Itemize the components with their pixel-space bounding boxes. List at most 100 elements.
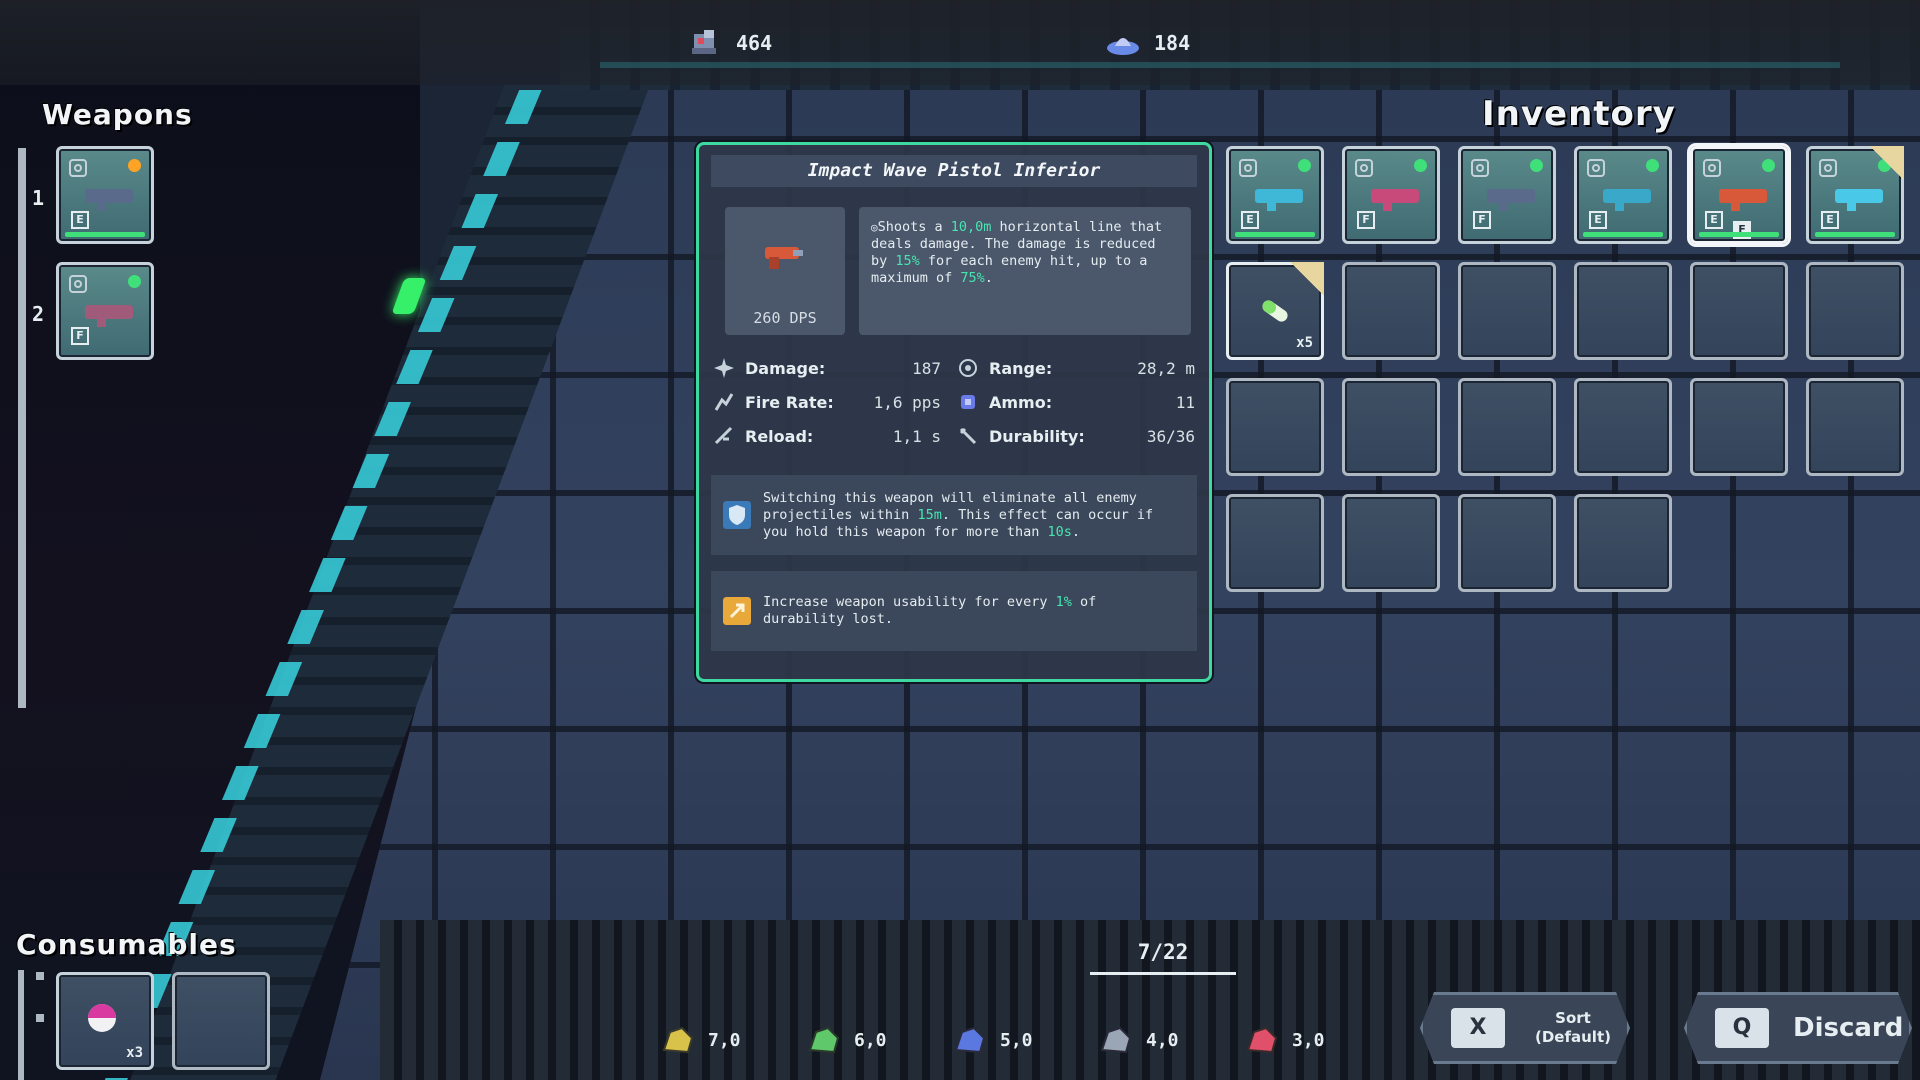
ufo-crystal-icon (1107, 38, 1139, 55)
material-grey: 4,0 (1098, 1022, 1244, 1058)
resource-scrap: 464 (688, 26, 772, 60)
status-dot (1762, 159, 1775, 172)
target-icon (1471, 159, 1489, 177)
key-hint: F (1357, 211, 1375, 229)
material-red: 3,0 (1244, 1022, 1390, 1058)
inventory-slot-empty[interactable] (1690, 378, 1788, 476)
robot-scrap-icon (692, 30, 716, 54)
key-hint: F (71, 327, 89, 345)
grey-ore-icon (1100, 1026, 1132, 1054)
inventory-slot-empty[interactable] (1574, 262, 1672, 360)
q-key-icon: Q (1715, 1008, 1769, 1048)
inventory-slot-empty[interactable] (1458, 494, 1556, 592)
slot-marker (36, 972, 44, 980)
status-dot (1530, 159, 1543, 172)
key-hint: E (1241, 211, 1259, 229)
desc-highlight: 75% (960, 270, 985, 286)
inventory-slot-empty[interactable] (1458, 378, 1556, 476)
stat-damage: Damage: 187 (713, 357, 957, 379)
pill-icon (1262, 300, 1288, 322)
blue-ore-icon (954, 1026, 986, 1054)
new-tag-icon (1290, 262, 1324, 296)
status-dot (128, 275, 141, 288)
weapon-tooltip: Impact Wave Pistol Inferior 260 DPS ◎Sho… (696, 142, 1212, 682)
inventory-slot-selected[interactable]: E F (1690, 146, 1788, 244)
desc-highlight: 10,0m (950, 219, 992, 235)
inventory-slot-empty[interactable] (1458, 262, 1556, 360)
weapon-slot-1[interactable]: E (56, 146, 154, 244)
info-icon: ◎ (871, 221, 878, 234)
target-icon (69, 275, 87, 293)
weapon-name: Impact Wave Pistol Inferior (711, 155, 1197, 187)
stat-durability: Durability: 36/36 (957, 425, 1201, 447)
material-gold: 7,0 (660, 1022, 806, 1058)
status-dot (128, 159, 141, 172)
blaster-icon (1255, 189, 1303, 211)
item-count: x5 (1296, 335, 1313, 351)
inventory-slot-empty[interactable] (1226, 494, 1324, 592)
inventory-slot[interactable]: E (1574, 146, 1672, 244)
inventory-slot[interactable]: E (1226, 146, 1324, 244)
inventory-capacity: 7/22 (1137, 940, 1189, 964)
inventory-slot[interactable]: E (1806, 146, 1904, 244)
resource-crystal: 184 (1106, 26, 1190, 60)
inventory-slot[interactable]: x5 (1226, 262, 1324, 360)
desc-highlight: 15% (895, 253, 920, 269)
target-icon (1587, 159, 1605, 177)
stat-reload: Reload: 1,1 s (713, 425, 957, 447)
top-bar (0, 0, 1920, 85)
inventory-slot-empty[interactable] (1806, 378, 1904, 476)
range-icon (959, 359, 977, 377)
weapon-slot-number: 1 (32, 186, 45, 210)
status-dot (1298, 159, 1311, 172)
shield-icon (723, 501, 751, 529)
durability-bar (65, 232, 145, 237)
perk-text: Increase weapon usability for every 1% o… (763, 594, 1097, 627)
sort-button[interactable]: X Sort (Default) (1420, 992, 1630, 1064)
red-ore-icon (1246, 1026, 1278, 1054)
key-hint: E (71, 211, 89, 229)
target-icon (69, 159, 87, 177)
damage-icon (714, 358, 734, 378)
inventory-slot-empty[interactable] (1342, 262, 1440, 360)
scrap-count: 464 (736, 31, 773, 55)
inventory-slot-empty[interactable] (1806, 262, 1904, 360)
inventory-title: Inventory (1482, 94, 1676, 134)
reload-icon (714, 426, 733, 445)
material-green: 6,0 (806, 1022, 952, 1058)
weapon-slot-2[interactable]: F (56, 262, 154, 360)
discard-button[interactable]: Q Discard (1684, 992, 1912, 1064)
target-icon (1819, 159, 1837, 177)
capacity-underline (1090, 972, 1236, 975)
durability-bar (1815, 232, 1895, 237)
pistol-icon (765, 247, 803, 269)
new-tag-icon (1870, 146, 1904, 180)
inventory-slot-empty[interactable] (1574, 378, 1672, 476)
inventory-slot-empty[interactable] (1342, 378, 1440, 476)
inventory-slot-empty[interactable] (1226, 378, 1324, 476)
durability-bar (1699, 232, 1779, 237)
perk-text: Switching this weapon will eliminate all… (763, 489, 1154, 540)
key-hint: E (1705, 211, 1723, 229)
inventory-slot-empty[interactable] (1342, 494, 1440, 592)
consumable-slot-2[interactable] (172, 972, 270, 1070)
inventory-slot-empty[interactable] (1690, 262, 1788, 360)
perk-projectile-clear: Switching this weapon will eliminate all… (711, 475, 1197, 555)
inventory-slot[interactable]: F (1342, 146, 1440, 244)
stat-fire-rate: Fire Rate: 1,6 pps (713, 391, 957, 413)
weapon-slot-number: 2 (32, 302, 45, 326)
weapons-title: Weapons (42, 98, 193, 131)
key-hint: E (1589, 211, 1607, 229)
desc-text: Shoots a (877, 219, 951, 235)
target-icon (1239, 159, 1257, 177)
green-ore-icon (808, 1026, 840, 1054)
weapon-stats: Damage: 187 Range: 28,2 m Fire Rate: 1,6… (713, 351, 1201, 453)
laser-rifle-icon (1835, 189, 1883, 211)
inventory-slot-empty[interactable] (1574, 494, 1672, 592)
shotgun-icon (1371, 189, 1419, 211)
consumable-slot-1[interactable]: x3 (56, 972, 154, 1070)
consumables-bar (18, 970, 24, 1080)
inventory-slot[interactable]: F (1458, 146, 1556, 244)
item-count: x3 (126, 1045, 143, 1061)
weapons-bar (18, 148, 26, 708)
